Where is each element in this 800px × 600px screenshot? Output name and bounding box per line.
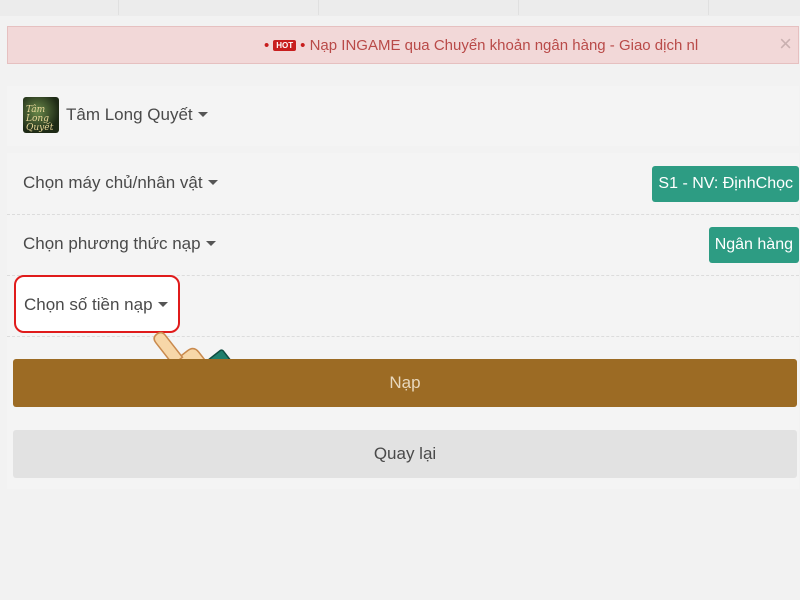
bullet-dot: •	[264, 37, 270, 54]
game-name-dropdown[interactable]: Tâm Long Quyết	[66, 105, 208, 125]
caret-down-icon	[197, 112, 208, 117]
submit-button[interactable]: Nạp	[13, 359, 797, 407]
game-logo: Tâm Long Quyết	[23, 97, 59, 133]
back-button[interactable]: Quay lại	[13, 430, 797, 478]
server-dropdown[interactable]: Chọn máy chủ/nhân vật	[23, 173, 218, 193]
game-selector[interactable]: Tâm Long Quyết Tâm Long Quyết	[7, 86, 799, 146]
bullet-dot: •	[300, 37, 306, 54]
amount-label: Chọn số tiền nạp	[24, 295, 153, 314]
method-value-button[interactable]: Ngân hàng	[708, 227, 799, 263]
top-tab-strip	[0, 0, 800, 16]
amount-dropdown[interactable]: Chọn số tiền nạp	[24, 295, 168, 315]
notice-message: Nạp INGAME qua Chuyển khoản ngân hàng - …	[309, 37, 699, 54]
top-tab[interactable]	[318, 0, 519, 15]
top-tab[interactable]	[118, 0, 319, 15]
caret-down-icon	[207, 180, 218, 185]
notice-banner: • HOT • Nạp INGAME qua Chuyển khoản ngân h…	[7, 26, 799, 64]
server-label: Chọn máy chủ/nhân vật	[23, 173, 203, 192]
top-tab[interactable]	[0, 0, 119, 15]
caret-down-icon	[205, 241, 216, 246]
notice-text-wrap: • HOT • Nạp INGAME qua Chuyển khoản ngân h…	[264, 37, 698, 54]
top-tab[interactable]	[518, 0, 709, 15]
server-row[interactable]: Chọn máy chủ/nhân vật S1 - NV: ĐịnhChọc	[7, 153, 799, 215]
server-value-button[interactable]: S1 - NV: ĐịnhChọc	[652, 166, 799, 202]
method-label: Chọn phương thức nạp	[23, 234, 201, 253]
game-name-label: Tâm Long Quyết	[66, 105, 193, 124]
hot-badge: HOT	[273, 40, 297, 51]
method-dropdown[interactable]: Chọn phương thức nạp	[23, 234, 216, 254]
method-row[interactable]: Chọn phương thức nạp Ngân hàng	[7, 214, 799, 276]
close-icon[interactable]: ×	[779, 31, 792, 57]
game-logo-text: Tâm Long Quyết	[26, 105, 54, 133]
